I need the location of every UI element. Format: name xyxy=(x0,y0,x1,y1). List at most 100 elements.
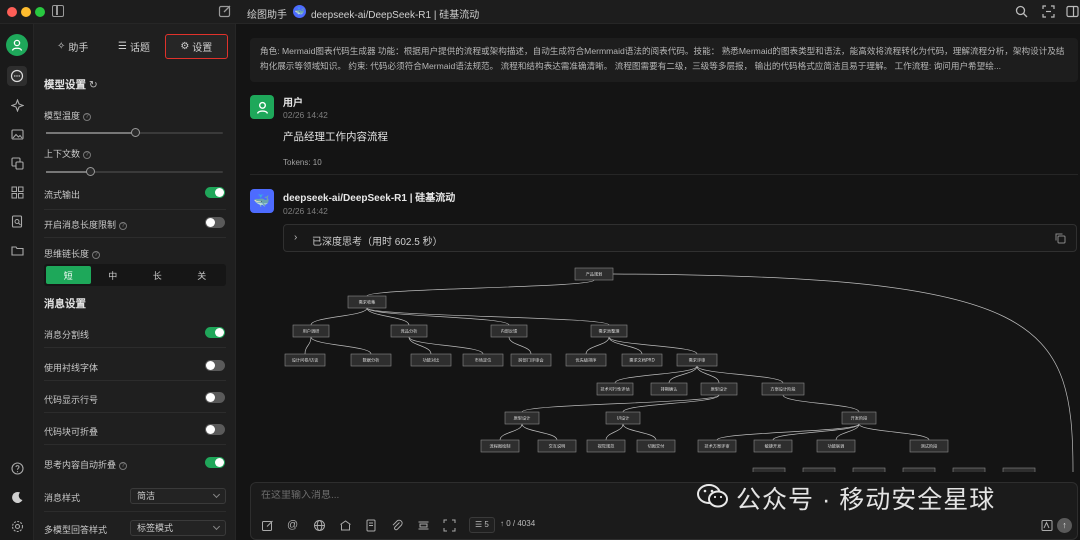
model-selector[interactable]: deepseek-ai/DeepSeek-R1 | 硅基流动 xyxy=(311,6,479,21)
apps-nav-button[interactable] xyxy=(7,182,27,202)
message-divider xyxy=(250,174,1078,175)
paintings-nav-button[interactable] xyxy=(7,124,27,144)
expand-icon[interactable] xyxy=(1042,5,1055,18)
setting-toggle[interactable] xyxy=(205,392,225,403)
mention-icon[interactable]: @ xyxy=(287,519,300,532)
stream-toggle[interactable] xyxy=(205,187,225,198)
thinking-collapse[interactable]: › 已深度思考（用时 602.5 秒） xyxy=(283,224,1077,252)
flow-edge xyxy=(696,365,784,384)
message-style-select[interactable]: 简洁 xyxy=(130,488,226,504)
reasoning-option-long[interactable]: 长 xyxy=(135,266,180,284)
system-prompt[interactable]: 角色: Mermaid图表代码生成器 功能：根据用户提供的流程或架构描述，自动生… xyxy=(250,38,1078,82)
tab-assistant[interactable]: ✧ 助手 xyxy=(42,34,103,59)
flow-node-label: 流程图绘制 xyxy=(490,443,511,450)
context-label: 上下文数? xyxy=(44,147,92,160)
tab-settings[interactable]: ⚙ 设置 xyxy=(164,34,228,59)
translate-icon[interactable] xyxy=(1041,519,1054,532)
maximize-window-button[interactable] xyxy=(35,7,45,17)
context-count: 5 xyxy=(484,520,489,529)
attachment-icon[interactable] xyxy=(391,519,404,532)
divider xyxy=(44,412,226,413)
agents-nav-button[interactable] xyxy=(7,95,27,115)
search-icon[interactable] xyxy=(1015,5,1028,18)
flow-node-label: 功能对比 xyxy=(423,357,440,364)
divider xyxy=(44,237,226,238)
context-count-pill[interactable]: ☰ 5 xyxy=(469,517,495,533)
multi-model-style-select[interactable]: 标签模式 xyxy=(130,520,226,536)
help-icon[interactable]: ? xyxy=(92,250,101,259)
chevron-down-icon xyxy=(212,522,221,531)
knowledge-base-icon[interactable] xyxy=(339,519,352,532)
close-window-button[interactable] xyxy=(7,7,17,17)
slider-handle[interactable] xyxy=(130,128,140,137)
message-timestamp: 02/26 14:42 xyxy=(283,206,328,216)
flow-edge xyxy=(614,365,698,384)
toggle-label-text: 代码块可折叠 xyxy=(44,427,99,437)
setting-toggle[interactable] xyxy=(205,327,225,338)
flow-edge xyxy=(622,394,720,413)
files-nav-button[interactable] xyxy=(7,240,27,260)
flow-node-label: UI设计 xyxy=(617,415,630,422)
message-style-label: 消息样式 xyxy=(44,493,81,503)
flow-node-label: 市场定位 xyxy=(475,357,492,364)
help-icon[interactable]: ? xyxy=(83,112,92,121)
setting-toggle[interactable] xyxy=(205,457,225,468)
reasoning-option-short[interactable]: 短 xyxy=(46,266,91,284)
flow-edge xyxy=(521,423,558,441)
translate-nav-button[interactable] xyxy=(7,153,27,173)
toggle-knob xyxy=(206,425,215,434)
split-view-icon[interactable] xyxy=(1066,5,1079,18)
flow-edge xyxy=(521,394,720,413)
new-topic-icon[interactable] xyxy=(261,519,274,532)
slider-handle[interactable] xyxy=(86,167,96,176)
clear-icon[interactable] xyxy=(417,519,430,532)
globe-icon[interactable] xyxy=(313,519,326,532)
context-slider[interactable] xyxy=(46,167,223,176)
flow-node-label: 内部反馈 xyxy=(501,328,519,335)
help-nav-button[interactable] xyxy=(7,458,27,478)
select-value: 简洁 xyxy=(137,491,156,501)
user-avatar[interactable] xyxy=(6,34,28,56)
send-button[interactable]: ↑ xyxy=(1057,518,1072,533)
tab-topics[interactable]: ☰ 话题 xyxy=(103,34,164,59)
reasoning-option-medium[interactable]: 中 xyxy=(91,266,136,284)
user-name: 用户 xyxy=(283,98,303,109)
flow-node xyxy=(902,467,936,472)
help-icon[interactable]: ? xyxy=(119,221,128,230)
new-topic-icon[interactable] xyxy=(218,4,232,18)
copy-icon[interactable] xyxy=(1055,233,1066,244)
help-icon[interactable]: ? xyxy=(119,461,128,470)
flow-node-label: 交互说明 xyxy=(549,443,566,450)
help-icon[interactable]: ? xyxy=(83,150,92,159)
reasoning-length-selector: 短 中 长 关 xyxy=(44,264,226,286)
flow-node-label: 视觉规范 xyxy=(598,443,615,450)
divider xyxy=(44,380,226,381)
refresh-icon[interactable]: ↻ xyxy=(89,79,98,91)
reasoning-length-label: 思维链长度? xyxy=(44,247,101,260)
settings-nav-button[interactable] xyxy=(7,516,27,536)
length-limit-toggle[interactable] xyxy=(205,217,225,228)
minimize-window-button[interactable] xyxy=(21,7,31,17)
model-name: deepseek-ai/DeepSeek-R1 | 硅基流动 xyxy=(283,193,456,204)
divider xyxy=(44,511,226,512)
flow-edge xyxy=(858,423,930,441)
flow-edge xyxy=(668,365,698,384)
flow-edge xyxy=(585,336,610,355)
tab-label: 话题 xyxy=(129,43,150,54)
whale-icon: 🐳 xyxy=(253,193,271,208)
flow-node xyxy=(1002,467,1036,472)
fullscreen-icon[interactable] xyxy=(443,519,456,532)
setting-toggle[interactable] xyxy=(205,424,225,435)
knowledge-nav-button[interactable] xyxy=(7,211,27,231)
setting-toggle[interactable] xyxy=(205,360,225,371)
sidebar-toggle-icon[interactable] xyxy=(52,5,64,17)
quick-phrase-icon[interactable] xyxy=(365,519,378,532)
reasoning-option-off[interactable]: 关 xyxy=(180,266,225,284)
flow-node-label: 测试阶段 xyxy=(921,443,939,450)
toggle-label-text: 思考内容自动折叠 xyxy=(44,460,117,470)
chat-nav-button[interactable] xyxy=(7,66,27,86)
theme-toggle-button[interactable] xyxy=(7,487,27,507)
temperature-slider[interactable] xyxy=(46,128,223,137)
message-input[interactable] xyxy=(261,490,761,501)
assistant-name[interactable]: 绘图助手 xyxy=(247,6,287,21)
